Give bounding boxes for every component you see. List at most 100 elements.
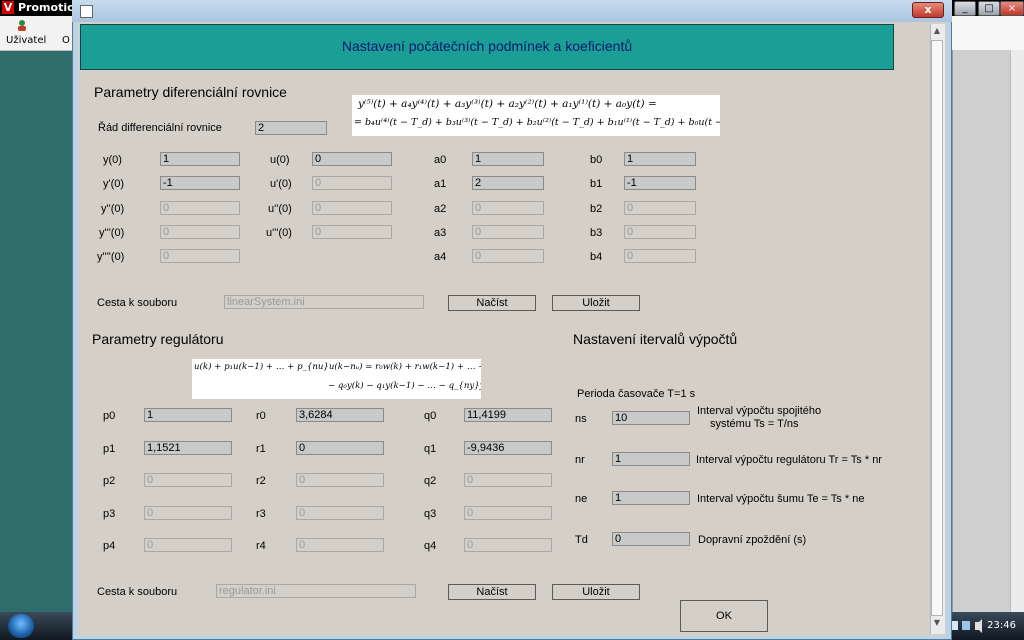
ne-label: ne	[575, 493, 588, 505]
app-logo: V	[2, 1, 14, 14]
p1-label: p1	[103, 443, 116, 455]
td-description: Dopravní zpoždění (s)	[698, 534, 807, 546]
ne-input[interactable]: 1	[612, 491, 690, 505]
diff-save-button[interactable]: Uložit	[552, 295, 640, 311]
taskbar-clock[interactable]: 23:46	[987, 620, 1016, 631]
b2-input: 0	[624, 201, 696, 215]
p0-input[interactable]: 1	[144, 408, 232, 422]
r1-input[interactable]: 0	[296, 441, 384, 455]
q0-input[interactable]: 11,4199	[464, 408, 552, 422]
ns-description-line2: systému Ts = T/ns	[710, 418, 799, 430]
dialog-titlebar[interactable]	[72, 0, 952, 22]
tray-icons[interactable]	[948, 616, 988, 636]
a4-input: 0	[472, 249, 544, 263]
a3-label: a3	[434, 227, 447, 239]
r4-input: 0	[296, 538, 384, 552]
dialog-system-icon[interactable]	[80, 5, 93, 18]
timer-period-text: Perioda časovače T=1 s	[577, 388, 696, 400]
order-input[interactable]: 2	[255, 121, 327, 135]
scroll-thumb[interactable]	[931, 40, 943, 616]
reg-save-button[interactable]: Uložit	[552, 584, 640, 600]
maximize-button[interactable]: □	[978, 1, 1000, 16]
q2-label: q2	[424, 475, 437, 487]
b2-label: b2	[590, 203, 603, 215]
diff-section-title: Parametry diferenciální rovnice	[94, 84, 287, 100]
y1-label: y'(0)	[103, 178, 125, 190]
ok-button[interactable]: OK	[680, 600, 768, 632]
y0-input[interactable]: 1	[160, 152, 240, 166]
p2-input: 0	[144, 473, 232, 487]
reg-load-button[interactable]: Načíst	[448, 584, 536, 600]
diff-path-label: Cesta k souboru	[97, 297, 178, 309]
q3-input: 0	[464, 506, 552, 520]
u1-label: u'(0)	[270, 178, 292, 190]
td-label: Td	[575, 534, 588, 546]
a0-input[interactable]: 1	[472, 152, 544, 166]
b4-label: b4	[590, 251, 603, 263]
u3-input: 0	[312, 225, 392, 239]
diff-load-button[interactable]: Načíst	[448, 295, 536, 311]
ns-input[interactable]: 10	[612, 411, 690, 425]
user-toolbar-button[interactable]: Uživatel	[6, 35, 46, 46]
r0-input[interactable]: 3,6284	[296, 408, 384, 422]
u3-label: u'''(0)	[266, 227, 292, 239]
r0-label: r0	[256, 410, 266, 422]
u2-input: 0	[312, 201, 392, 215]
q1-label: q1	[424, 443, 437, 455]
dialog-header: Nastavení počátečních podmínek a koefici…	[80, 24, 894, 70]
p2-label: p2	[103, 475, 116, 487]
td-input[interactable]: 0	[612, 532, 690, 546]
p1-input[interactable]: 1,1521	[144, 441, 232, 455]
p3-label: p3	[103, 508, 116, 520]
minimize-button[interactable]: _	[954, 1, 976, 16]
background-scrollbar[interactable]	[1010, 50, 1024, 612]
reg-path-input: regulator.ini	[216, 584, 416, 598]
a0-label: a0	[434, 154, 447, 166]
app-title: Promotic	[18, 1, 74, 14]
b1-input[interactable]: -1	[624, 176, 696, 190]
b3-input: 0	[624, 225, 696, 239]
scroll-up-icon[interactable]: ▲	[931, 26, 943, 38]
y3-input: 0	[160, 225, 240, 239]
b4-input: 0	[624, 249, 696, 263]
nr-description: Interval výpočtu regulátoru Tr = Ts * nr	[696, 454, 882, 466]
p4-label: p4	[103, 540, 116, 552]
app-close-button[interactable]: ×	[1000, 1, 1024, 16]
a1-input[interactable]: 2	[472, 176, 544, 190]
p4-input: 0	[144, 538, 232, 552]
start-button[interactable]	[8, 614, 34, 638]
reg-path-label: Cesta k souboru	[97, 586, 178, 598]
ne-description: Interval výpočtu šumu Te = Ts * ne	[697, 493, 865, 505]
p0-label: p0	[103, 410, 116, 422]
r4-label: r4	[256, 540, 266, 552]
u0-input[interactable]: 0	[312, 152, 392, 166]
ns-description-line1: Interval výpočtu spojitého	[697, 405, 822, 417]
dialog-close-button[interactable]: x	[912, 2, 944, 18]
ns-label: ns	[575, 413, 587, 425]
b0-label: b0	[590, 154, 603, 166]
r2-label: r2	[256, 475, 266, 487]
reg-formula-line2: − q₀y(k) − q₁y(k−1) − … − q_{ny}y(k−n_y)	[328, 381, 481, 391]
a1-label: a1	[434, 178, 447, 190]
nr-input[interactable]: 1	[612, 452, 690, 466]
q3-label: q3	[424, 508, 437, 520]
b0-input[interactable]: 1	[624, 152, 696, 166]
scroll-down-icon[interactable]: ▼	[931, 618, 943, 630]
y2-input: 0	[160, 201, 240, 215]
r3-input: 0	[296, 506, 384, 520]
a3-input: 0	[472, 225, 544, 239]
r3-label: r3	[256, 508, 266, 520]
user-icon[interactable]	[16, 19, 28, 31]
y1-input[interactable]: -1	[160, 176, 240, 190]
toolbar-button-partial[interactable]: O	[62, 35, 70, 46]
reg-equation-formula: u(k) + p₁u(k−1) + … + p_{nu}u(k−nᵤ) = r₀…	[192, 359, 481, 399]
b3-label: b3	[590, 227, 603, 239]
q1-input[interactable]: -9,9436	[464, 441, 552, 455]
q4-input: 0	[464, 538, 552, 552]
p3-input: 0	[144, 506, 232, 520]
order-label: Řád differenciální rovnice	[98, 122, 222, 134]
diff-formula-line1: y⁽⁵⁾(t) + a₄y⁽⁴⁾(t) + a₃y⁽³⁾(t) + a₂y⁽²⁾…	[358, 98, 657, 110]
reg-section-title: Parametry regulátoru	[92, 331, 224, 347]
a4-label: a4	[434, 251, 447, 263]
reg-formula-line1: u(k) + p₁u(k−1) + … + p_{nu}u(k−nᵤ) = r₀…	[194, 362, 481, 372]
